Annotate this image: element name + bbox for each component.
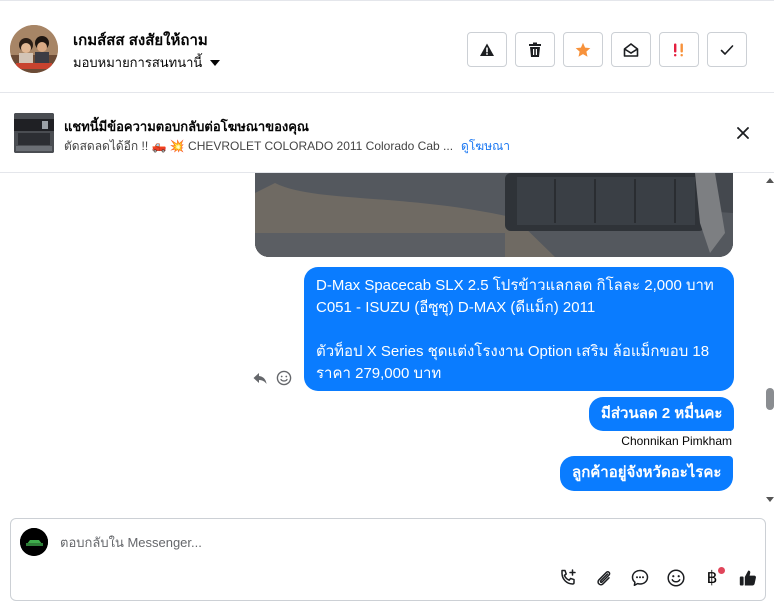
messenger-conversation: เกมส์สส สงสัยให้ถาม มอบหมายการสนทนานี้ แ… bbox=[0, 0, 774, 610]
attach-icon bbox=[597, 571, 611, 586]
composer-tools: ฿ bbox=[555, 567, 761, 589]
star-icon bbox=[575, 42, 591, 57]
mark-unread-icon bbox=[623, 42, 639, 57]
call-button[interactable] bbox=[555, 567, 581, 589]
saved-replies-button[interactable] bbox=[627, 567, 653, 589]
conversation-header: เกมส์สส สงสัยให้ถาม มอบหมายการสนทนานี้ bbox=[0, 0, 774, 93]
scrollbar-thumb[interactable] bbox=[766, 388, 774, 410]
delete-button[interactable] bbox=[515, 32, 555, 67]
message-composer: ฿ bbox=[10, 518, 766, 601]
payment-button[interactable]: ฿ bbox=[699, 567, 725, 589]
call-add-icon bbox=[561, 569, 576, 585]
assign-conversation-dropdown[interactable]: มอบหมายการสนทนานี้ bbox=[73, 52, 221, 73]
thumbs-up-icon bbox=[739, 570, 756, 586]
ad-thumbnail[interactable] bbox=[14, 113, 54, 153]
chat-bubble-icon bbox=[631, 569, 649, 587]
mark-done-button[interactable] bbox=[707, 32, 747, 67]
sender-name: Chonnikan Pimkham bbox=[621, 434, 732, 448]
page-avatar bbox=[20, 528, 48, 556]
star-button[interactable] bbox=[563, 32, 603, 67]
alert-button[interactable] bbox=[467, 32, 507, 67]
alert-icon bbox=[480, 43, 494, 56]
baht-icon: ฿ bbox=[706, 568, 718, 587]
message-bubble-question[interactable]: ลูกค้าอยู่จังหวัดอะไรคะ bbox=[560, 456, 734, 491]
message-line: ตัวท็อป X Series ชุดแต่งโรงงาน Option เส… bbox=[316, 343, 710, 360]
close-icon bbox=[737, 127, 749, 139]
message-bubble-discount[interactable]: มีส่วนลด 2 หมื่นคะ bbox=[589, 397, 735, 431]
spam-button[interactable] bbox=[659, 32, 699, 67]
ad-preview-line: ตัดสดลดได้อีก !! 🛻 💥 CHEVROLET COLORADO … bbox=[64, 137, 510, 156]
scrollbar[interactable] bbox=[766, 173, 774, 508]
message-photo[interactable] bbox=[255, 173, 733, 257]
trash-icon bbox=[529, 42, 541, 57]
header-actions bbox=[467, 32, 747, 67]
mark-unread-button[interactable] bbox=[611, 32, 651, 67]
reply-icon[interactable] bbox=[252, 370, 268, 386]
caret-down-icon bbox=[210, 59, 221, 66]
message-tools bbox=[252, 370, 292, 386]
message-line: D-Max Spacecab SLX 2.5 โปรข้าวแลกลด กิโล… bbox=[316, 277, 714, 294]
reply-input[interactable] bbox=[60, 535, 660, 550]
close-banner-button[interactable] bbox=[734, 124, 752, 142]
react-emoji-icon[interactable] bbox=[276, 370, 292, 386]
emoji-button[interactable] bbox=[663, 567, 689, 589]
ad-preview-text: ตัดสดลดได้อีก !! 🛻 💥 CHEVROLET COLORADO … bbox=[64, 139, 454, 153]
view-ad-link[interactable]: ดูโฆษณา bbox=[461, 137, 510, 156]
message-line: ราคา 279,000 บาท bbox=[316, 365, 442, 382]
message-line: C051 - ISUZU (อีซูซุ) D-MAX (ดีแม็ก) 201… bbox=[316, 299, 596, 316]
message-bubble-car-details[interactable]: D-Max Spacecab SLX 2.5 โปรข้าวแลกลด กิโล… bbox=[304, 267, 734, 391]
spam-icon bbox=[674, 43, 683, 56]
ad-reply-banner: แชทนี้มีข้อความตอบกลับต่อโฆษณาของคุณ ตัด… bbox=[0, 93, 774, 173]
message-line bbox=[316, 319, 722, 341]
check-icon bbox=[720, 44, 734, 55]
scroll-down-icon[interactable] bbox=[766, 497, 774, 502]
scroll-up-icon[interactable] bbox=[766, 178, 774, 183]
message-list[interactable]: D-Max Spacecab SLX 2.5 โปรข้าวแลกลด กิโล… bbox=[0, 173, 766, 508]
assign-label: มอบหมายการสนทนานี้ bbox=[73, 55, 203, 70]
attach-button[interactable] bbox=[591, 567, 617, 589]
contact-name[interactable]: เกมส์สส สงสัยให้ถาม bbox=[73, 28, 208, 52]
emoji-icon bbox=[667, 569, 685, 587]
notification-dot bbox=[718, 567, 725, 574]
ad-banner-title: แชทนี้มีข้อความตอบกลับต่อโฆษณาของคุณ bbox=[64, 119, 309, 134]
contact-avatar[interactable] bbox=[10, 25, 58, 73]
like-button[interactable] bbox=[735, 567, 761, 589]
